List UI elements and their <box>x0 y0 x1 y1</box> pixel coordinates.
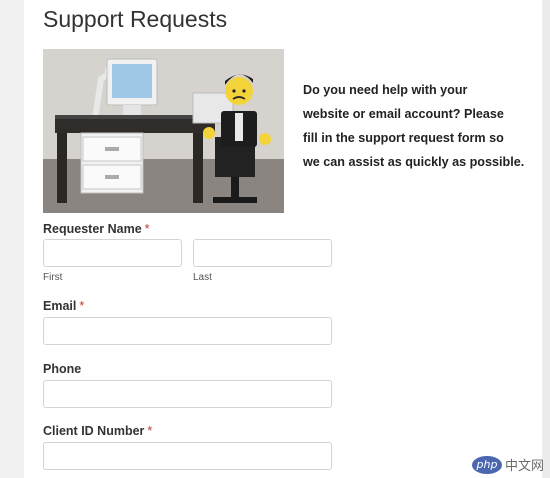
first-name-sublabel: First <box>43 272 63 283</box>
intro-text: Do you need help with your website or em… <box>303 78 533 174</box>
required-mark: * <box>147 424 153 438</box>
php-logo: php <box>471 455 502 474</box>
lego-desk-illustration <box>43 49 284 213</box>
requester-name-label-text: Requester Name <box>43 222 142 236</box>
intro-line: website or email account? Please <box>303 107 504 121</box>
email-label: Email * <box>43 299 84 313</box>
support-photo <box>43 49 284 213</box>
email-label-text: Email <box>43 299 77 313</box>
client-id-field[interactable] <box>43 442 332 470</box>
page-container: Support Requests Do you need help with y… <box>24 0 550 478</box>
email-field[interactable] <box>43 317 332 345</box>
last-name-sublabel: Last <box>193 272 212 283</box>
right-border <box>542 0 550 478</box>
phone-label: Phone <box>43 362 82 376</box>
watermark: php 中文网 <box>471 455 544 474</box>
client-id-label: Client ID Number * <box>43 424 152 438</box>
intro-line: we can assist as quickly as possible. <box>303 155 525 169</box>
watermark-text: 中文网 <box>504 458 544 473</box>
phone-field[interactable] <box>43 380 332 408</box>
required-mark: * <box>79 299 85 313</box>
last-name-input[interactable] <box>193 239 332 267</box>
page-title: Support Requests <box>43 6 228 32</box>
intro-line: fill in the support request form so <box>303 131 504 145</box>
intro-line: Do you need help with your <box>303 83 468 97</box>
first-name-input[interactable] <box>43 239 182 267</box>
required-mark: * <box>144 222 150 236</box>
requester-name-label: Requester Name * <box>43 222 150 236</box>
client-id-label-text: Client ID Number <box>43 424 145 438</box>
